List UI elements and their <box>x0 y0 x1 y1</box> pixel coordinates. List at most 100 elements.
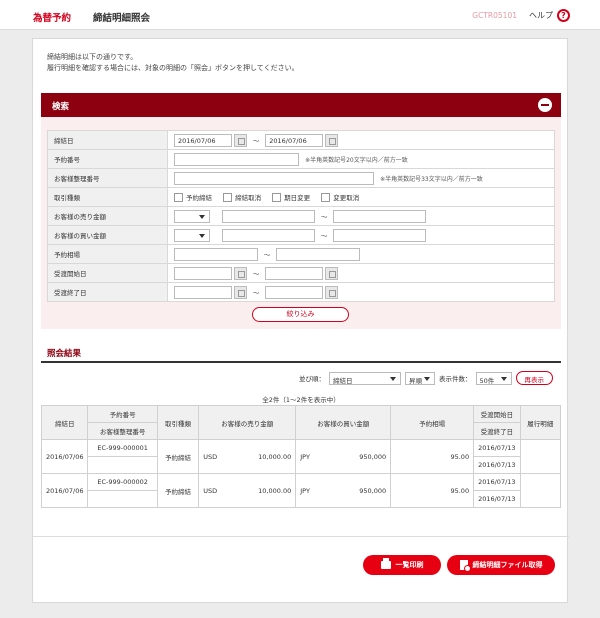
result-count: 全2件（1〜2件を表示中） <box>262 396 340 404</box>
download-file-button[interactable]: 締結明細ファイル取得 <box>447 555 555 575</box>
reservation-no-label: 予約番号 <box>47 149 168 169</box>
sell-currency-select[interactable] <box>174 209 210 223</box>
form-row-reservation-no: 予約番号 ※半角英数記号20文字以内／前方一致 <box>47 149 555 169</box>
sort-label: 並び順： <box>299 375 325 383</box>
col-buy-amount: お客様の買い金額 <box>295 405 392 440</box>
cell-sell-amount: USD 10,000.00 <box>198 473 297 508</box>
buy-amount-from-input[interactable] <box>222 228 316 242</box>
cell-customer-ref <box>87 456 158 474</box>
calendar-icon[interactable] <box>325 133 339 147</box>
search-section-header[interactable]: 検索 <box>41 93 561 117</box>
cell-trade-type: 予約締結 <box>156 473 200 508</box>
cell-exec-detail <box>519 473 562 508</box>
delivery-end-from-input[interactable] <box>174 285 232 299</box>
buy-currency: JPY <box>300 452 310 461</box>
cell-rate: 95.00 <box>390 473 475 508</box>
customer-ref-input[interactable] <box>174 171 374 185</box>
col-sell-amount: お客様の売り金額 <box>198 405 297 440</box>
col-delivery-end: 受渡終了日 <box>473 422 521 440</box>
form-row-contract-date: 締結日 2016/07/06 〜 2016/07/06 <box>47 130 555 150</box>
sort-order-select[interactable]: 昇順 <box>405 371 435 385</box>
customer-ref-note: ※半角英数記号33文字以内／前方一致 <box>380 175 483 183</box>
buy-currency-select[interactable] <box>174 228 210 242</box>
cell-sell-amount: USD 10,000.00 <box>198 439 297 474</box>
reservation-no-input[interactable] <box>174 152 299 166</box>
search-form: 締結日 2016/07/06 〜 2016/07/06 予約番号 ※半角英数記号… <box>47 130 555 302</box>
form-row-delivery-start: 受渡開始日 〜 <box>47 263 555 283</box>
delivery-end-label: 受渡終了日 <box>47 282 168 302</box>
col-customer-ref: お客様整理番号 <box>87 422 158 440</box>
delivery-start-from-input[interactable] <box>174 266 232 280</box>
redisplay-button[interactable]: 再表示 <box>515 371 553 385</box>
form-row-customer-ref: お客様整理番号 ※半角英数記号33文字以内／前方一致 <box>47 168 555 188</box>
checkbox-trade-type-3[interactable] <box>272 192 282 202</box>
intro-line-2: 履行明細を確認する場合には、対象の明細の「照会」ボタンを押してください。 <box>47 64 299 72</box>
trade-type-option-1: 予約締結 <box>186 194 212 202</box>
col-contract-date: 締結日 <box>40 405 89 440</box>
cell-buy-amount: JPY 950,000 <box>295 473 392 508</box>
contract-date-to-input[interactable]: 2016/07/06 <box>265 133 324 147</box>
search-form-area: 締結日 2016/07/06 〜 2016/07/06 予約番号 ※半角英数記号… <box>41 117 561 329</box>
tilde: 〜 <box>263 251 271 259</box>
form-row-sell-amount: お客様の売り金額 〜 <box>47 206 555 226</box>
buy-amount-to-input[interactable] <box>333 228 427 242</box>
rate-to-input[interactable] <box>276 247 361 261</box>
cell-reservation-no: EC-999-000002 <box>87 473 158 491</box>
calendar-icon[interactable] <box>234 133 248 147</box>
buy-amount-label: お客様の買い金額 <box>47 225 168 245</box>
results-title: 照会結果 <box>41 343 561 363</box>
table-header-row: 締結日 予約番号 取引種類 お客様の売り金額 お客様の買い金額 予約相場 受渡開… <box>40 405 562 440</box>
cell-reservation-no: EC-999-000001 <box>87 439 158 457</box>
file-download-icon <box>459 560 471 572</box>
col-trade-type: 取引種類 <box>156 405 200 440</box>
help-link[interactable]: ヘルプ ? <box>529 9 570 22</box>
checkbox-trade-type-4[interactable] <box>321 192 331 202</box>
tilde: 〜 <box>252 289 260 297</box>
help-label: ヘルプ <box>529 11 553 20</box>
sell-value: 10,000.00 <box>258 486 292 495</box>
sell-amount-to-input[interactable] <box>333 209 427 223</box>
calendar-icon[interactable] <box>234 285 248 299</box>
intro-line-1: 締結明細は以下の通りです。 <box>47 53 138 61</box>
calendar-icon[interactable] <box>325 285 339 299</box>
checkbox-trade-type-1[interactable] <box>174 192 183 202</box>
calendar-icon[interactable] <box>234 266 248 280</box>
tilde: 〜 <box>320 213 328 221</box>
print-list-label: 一覧印刷 <box>395 561 424 569</box>
calendar-icon[interactable] <box>325 266 339 280</box>
delivery-end-to-input[interactable] <box>265 285 324 299</box>
cell-trade-type: 予約締結 <box>156 439 200 474</box>
print-list-button[interactable]: 一覧印刷 <box>363 555 441 575</box>
delivery-start-label: 受渡開始日 <box>47 263 168 283</box>
col-delivery-start: 受渡開始日 <box>473 405 521 423</box>
buy-currency: JPY <box>300 486 310 495</box>
main-panel: 締結明細は以下の通りです。 履行明細を確認する場合には、対象の明細の「照会」ボタ… <box>32 38 569 603</box>
sell-amount-from-input[interactable] <box>222 209 316 223</box>
checkbox-trade-type-2[interactable] <box>223 192 233 202</box>
sort-key-select[interactable]: 締結日 <box>329 371 401 385</box>
download-file-label: 締結明細ファイル取得 <box>472 561 543 569</box>
buy-value: 950,000 <box>359 452 387 461</box>
collapse-icon[interactable] <box>538 98 552 112</box>
page-size-select[interactable]: 50件 <box>475 371 512 385</box>
cell-contract-date: 2016/07/06 <box>40 473 89 508</box>
screen-id: GCTR05101 <box>472 11 517 20</box>
form-row-buy-amount: お客様の買い金額 〜 <box>47 225 555 245</box>
trade-type-option-3: 期日変更 <box>284 194 311 202</box>
table-row: 2016/07/06 EC-999-000002 予約締結 USD 10,000.… <box>40 473 562 508</box>
page-size-label: 表示件数： <box>439 375 472 383</box>
contract-date-label: 締結日 <box>47 130 168 150</box>
form-row-delivery-end: 受渡終了日 〜 <box>47 282 555 302</box>
customer-ref-label: お客様整理番号 <box>47 168 168 188</box>
cell-delivery-end: 2016/07/13 <box>473 456 521 474</box>
rate-from-input[interactable] <box>174 247 258 261</box>
trade-type-option-4: 変更取消 <box>333 194 360 202</box>
col-rate: 予約相場 <box>390 405 475 440</box>
contract-date-from-input[interactable]: 2016/07/06 <box>174 133 232 147</box>
help-icon[interactable]: ? <box>557 9 570 22</box>
cell-exec-detail <box>519 439 562 474</box>
narrow-down-button[interactable]: 絞り込み <box>252 307 349 322</box>
buy-value: 950,000 <box>359 486 387 495</box>
delivery-start-to-input[interactable] <box>265 266 324 280</box>
rate-label: 予約相場 <box>47 244 168 264</box>
